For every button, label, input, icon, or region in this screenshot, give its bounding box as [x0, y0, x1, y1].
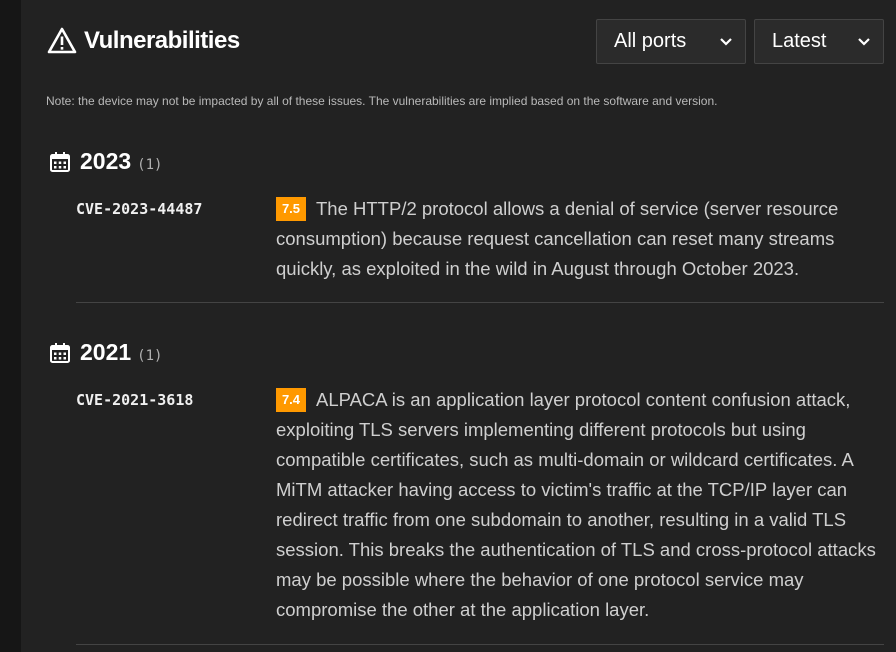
warning-icon [47, 26, 77, 56]
vulnerabilities-panel: Vulnerabilities All ports Latest Note: t… [21, 0, 896, 652]
year-label: 2023 [80, 148, 132, 174]
chevron-down-icon [855, 32, 873, 50]
divider [76, 302, 884, 303]
cve-id-link[interactable]: CVE-2023-44487 [76, 200, 202, 218]
page-title: Vulnerabilities [84, 27, 240, 54]
chevron-down-icon [717, 32, 735, 50]
calendar-icon [49, 342, 71, 364]
section-header: Vulnerabilities [47, 26, 240, 56]
cvss-score-badge: 7.5 [276, 197, 306, 221]
cve-id-link[interactable]: CVE-2021-3618 [76, 391, 193, 409]
divider [76, 644, 884, 645]
year-count: (1) [137, 347, 163, 364]
cve-description-text: The HTTP/2 protocol allows a denial of s… [276, 198, 839, 279]
year-label: 2021 [80, 339, 132, 365]
left-sidebar-edge [0, 0, 21, 652]
sort-value: Latest [772, 30, 827, 52]
sort-select[interactable]: Latest [754, 19, 884, 64]
ports-filter-value: All ports [614, 30, 687, 52]
calendar-icon [49, 151, 71, 173]
cve-description: 7.4 ALPACA is an application layer protoc… [276, 385, 886, 625]
cve-description: 7.5 The HTTP/2 protocol allows a denial o… [276, 194, 886, 284]
cvss-score-badge: 7.4 [276, 388, 306, 412]
year-count: (1) [137, 156, 163, 173]
year-heading-2023: 2023 (1) [49, 148, 162, 175]
year-heading-2021: 2021 (1) [49, 339, 162, 366]
disclaimer-note: Note: the device may not be impacted by … [46, 94, 718, 108]
ports-filter-select[interactable]: All ports [596, 19, 746, 64]
cve-description-text: ALPACA is an application layer protocol … [276, 389, 876, 620]
